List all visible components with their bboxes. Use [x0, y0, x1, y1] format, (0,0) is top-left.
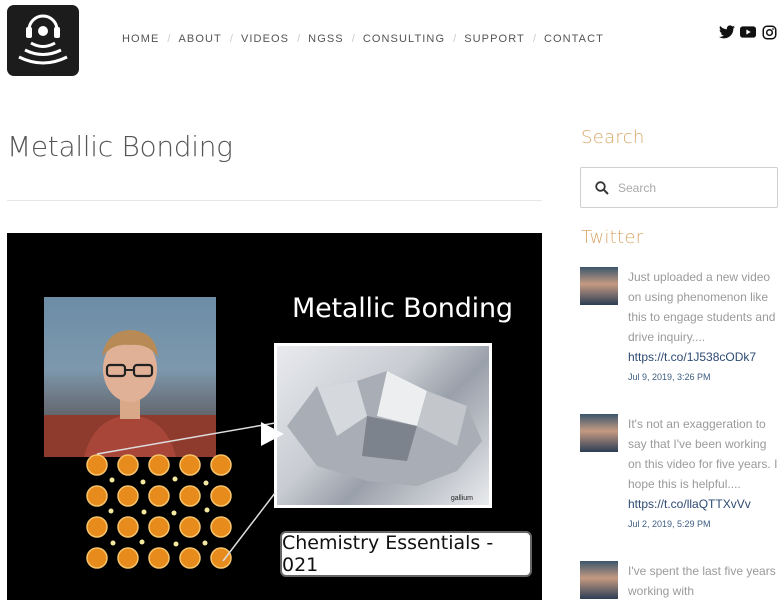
tweet-text: It's not an exaggeration to say that I'v…	[628, 417, 778, 491]
presenter-video-frame	[44, 297, 216, 457]
tweet-text: I've spent the last five years working w…	[628, 564, 776, 598]
metal-crystal-illustration	[287, 371, 482, 486]
nav-contact[interactable]: CONTACT	[544, 33, 604, 45]
avatar[interactable]	[580, 414, 618, 452]
avatar[interactable]	[580, 267, 618, 305]
nav-home[interactable]: HOME	[122, 33, 159, 45]
twitter-heading: Twitter	[581, 227, 644, 248]
nav-about[interactable]: ABOUT	[178, 33, 221, 45]
main-nav: HOME / ABOUT / VIDEOS / NGSS / CONSULTIN…	[122, 33, 604, 45]
video-player[interactable]: Metallic Bonding gallium Chemistry Essen…	[7, 233, 542, 600]
video-title-overlay: Metallic Bonding	[292, 293, 513, 324]
social-links	[719, 24, 778, 40]
series-caption: Chemistry Essentials - 021	[280, 531, 532, 577]
gallium-sample-image: gallium	[274, 343, 492, 508]
tweet-text: Just uploaded a new video on using pheno…	[628, 270, 776, 344]
nav-ngss[interactable]: NGSS	[308, 33, 344, 45]
nav-separator: /	[351, 33, 355, 45]
avatar[interactable]	[580, 561, 618, 599]
nav-separator: /	[167, 33, 171, 45]
title-divider	[7, 200, 542, 201]
play-icon[interactable]	[259, 421, 285, 447]
nav-separator: /	[297, 33, 301, 45]
nav-support[interactable]: SUPPORT	[464, 33, 525, 45]
page-title: Metallic Bonding	[7, 130, 233, 163]
search-box[interactable]	[580, 167, 778, 208]
nav-consulting[interactable]: CONSULTING	[363, 33, 445, 45]
tweet-date[interactable]: Jul 2, 2019, 5:29 PM	[628, 514, 778, 534]
nav-separator: /	[532, 33, 536, 45]
nav-separator: /	[229, 33, 233, 45]
search-input[interactable]	[618, 180, 768, 195]
nav-separator: /	[453, 33, 457, 45]
instagram-icon[interactable]	[761, 24, 777, 40]
nav-videos[interactable]: VIDEOS	[241, 33, 289, 45]
twitter-icon[interactable]	[719, 24, 735, 40]
site-logo[interactable]	[7, 5, 79, 76]
metallic-lattice-diagram	[86, 454, 232, 569]
presenter-illustration	[44, 330, 216, 457]
search-heading: Search	[581, 127, 645, 148]
tweet-link[interactable]: https://t.co/llaQTTXvVv	[628, 494, 778, 514]
youtube-icon[interactable]	[740, 24, 756, 40]
headphones-waves-icon	[18, 14, 68, 65]
search-icon	[595, 180, 609, 195]
tweet-date[interactable]: Jul 9, 2019, 3:26 PM	[628, 367, 778, 387]
sample-caption: gallium	[450, 495, 473, 502]
tweet-link[interactable]: https://t.co/1J538cODk7	[628, 347, 778, 367]
